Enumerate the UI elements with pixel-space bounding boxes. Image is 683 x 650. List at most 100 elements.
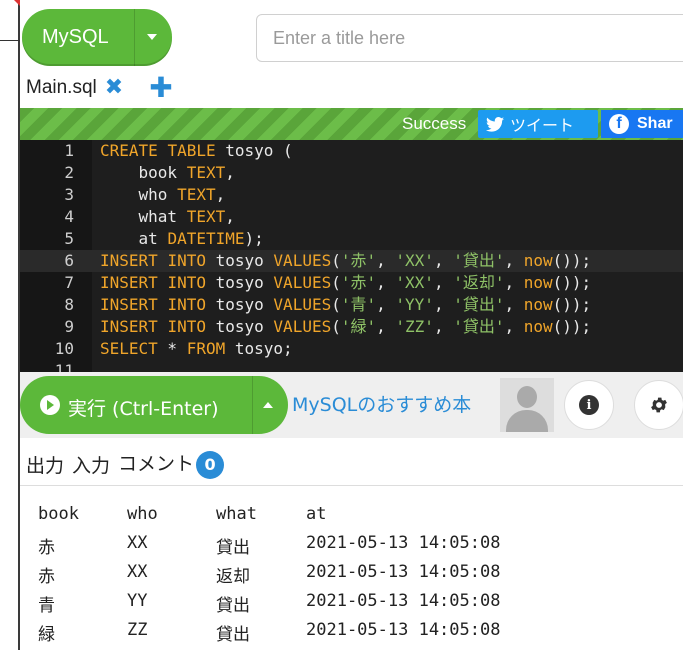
code-line[interactable]: 9 INSERT INTO tosyo VALUES('緑', 'ZZ', '貸出…	[20, 316, 683, 338]
line-number: 2	[64, 163, 74, 182]
run-bar: 実行 (Ctrl-Enter) MySQLのおすすめ本 i	[20, 372, 683, 438]
file-tab[interactable]: Main.sql ✖ ✚	[26, 74, 173, 102]
line-number: 10	[54, 339, 74, 358]
tab-output[interactable]: 出力	[26, 451, 64, 478]
comment-count-badge: 0	[196, 451, 225, 479]
code-editor[interactable]: 1 CREATE TABLE tosyo (2 book TEXT, 3 who T…	[20, 140, 683, 372]
settings-button[interactable]	[634, 380, 683, 430]
paiza-app: MySQL Main.sql ✖ ✚ Success ツイート f Shar 1…	[20, 0, 683, 650]
tab-input[interactable]: 入力	[72, 451, 110, 478]
run-button-divider	[252, 376, 253, 434]
avatar-body	[506, 410, 548, 432]
code-text: INSERT INTO tosyo VALUES('赤', 'XX', '返却'…	[100, 273, 592, 292]
run-label: 実行 (Ctrl-Enter)	[68, 398, 219, 420]
code-line[interactable]: 8 INSERT INTO tosyo VALUES('青', 'YY', '貸出…	[20, 294, 683, 316]
facebook-share-button[interactable]: f Shar	[601, 110, 683, 138]
code-line[interactable]: 2 book TEXT,	[20, 162, 683, 184]
gear-icon	[651, 397, 667, 413]
code-line[interactable]: 3 who TEXT,	[20, 184, 683, 206]
table-row: 緑 ZZ 貸出 2021-05-13 14:05:08	[20, 616, 683, 645]
line-number: 6	[64, 251, 74, 270]
code-text: INSERT INTO tosyo VALUES('青', 'YY', '貸出'…	[100, 295, 592, 314]
table-cell: 赤	[38, 538, 55, 558]
line-number: 5	[64, 229, 74, 248]
language-label: MySQL	[42, 26, 109, 48]
table-cell: 貸出	[216, 596, 250, 616]
table-cell: XX	[127, 562, 148, 582]
close-icon[interactable]: ✖	[105, 77, 123, 99]
code-text: CREATE TABLE tosyo (	[100, 141, 293, 160]
recommended-book-link[interactable]: MySQLのおすすめ本	[292, 390, 471, 417]
code-line[interactable]: 7 INSERT INTO tosyo VALUES('赤', 'XX', '返却…	[20, 272, 683, 294]
facebook-icon: f	[609, 114, 629, 134]
top-left-line	[0, 40, 22, 41]
user-avatar[interactable]	[500, 378, 554, 432]
table-cell: XX	[127, 533, 148, 553]
table-cell: ZZ	[127, 620, 148, 640]
table-row: 赤 XX 返却 2021-05-13 14:05:08	[20, 558, 683, 587]
left-edge	[0, 0, 20, 650]
table-cell: 貸出	[216, 538, 250, 558]
table-cell: 2021-05-13 14:05:08	[306, 533, 501, 553]
language-select-button[interactable]: MySQL	[22, 9, 172, 66]
avatar-head	[517, 386, 537, 408]
info-icon: i	[579, 395, 599, 415]
play-icon	[40, 395, 60, 415]
table-cell: 赤	[38, 567, 55, 587]
twitter-icon	[486, 116, 504, 132]
results-table: book who what at 赤 XX 貸出 2021-05-13 14:05:08 赤 XX…	[20, 500, 683, 645]
table-cell: 緑	[38, 625, 55, 645]
code-line[interactable]: 4 what TEXT,	[20, 206, 683, 228]
code-line[interactable]: 6 INSERT INTO tosyo VALUES('赤', 'XX', '貸出…	[20, 250, 683, 272]
tweet-label: ツイート	[510, 116, 575, 135]
table-cell: 返却	[216, 567, 250, 587]
line-number: 7	[64, 273, 74, 292]
line-number: 9	[64, 317, 74, 336]
status-text: Success	[402, 114, 467, 133]
code-text: what TEXT,	[138, 207, 235, 226]
language-button-divider	[134, 9, 135, 66]
column-header: book	[38, 504, 79, 524]
code-text: book TEXT,	[138, 163, 235, 182]
results-header-row: book who what at	[20, 500, 683, 529]
table-cell: YY	[127, 591, 148, 611]
output-tabs: 出力 入力 コメント 0	[20, 444, 232, 484]
status-bar: Success ツイート f Shar	[20, 108, 683, 140]
line-number: 11	[54, 361, 74, 372]
code-text: at DATETIME);	[138, 229, 264, 248]
table-cell: 2021-05-13 14:05:08	[306, 562, 501, 582]
table-row: 赤 XX 貸出 2021-05-13 14:05:08	[20, 529, 683, 558]
table-cell: 2021-05-13 14:05:08	[306, 591, 501, 611]
code-text: who TEXT,	[138, 185, 226, 204]
line-number: 8	[64, 295, 74, 314]
code-line[interactable]: 1 CREATE TABLE tosyo (	[20, 140, 683, 162]
add-file-icon[interactable]: ✚	[149, 74, 172, 102]
title-input[interactable]	[256, 14, 683, 62]
tab-comment[interactable]: コメント 0	[118, 449, 225, 479]
info-button[interactable]: i	[564, 380, 614, 430]
code-line[interactable]: 10 SELECT * FROM tosyo;	[20, 338, 683, 360]
file-tab-name[interactable]: Main.sql	[26, 77, 97, 99]
chevron-down-icon[interactable]	[147, 34, 157, 40]
run-button[interactable]: 実行 (Ctrl-Enter)	[20, 376, 288, 434]
code-line[interactable]: 5 at DATETIME);	[20, 228, 683, 250]
column-header: what	[216, 504, 257, 524]
code-text: SELECT * FROM tosyo;	[100, 339, 293, 358]
table-cell: 貸出	[216, 625, 250, 645]
output-divider	[20, 485, 683, 486]
table-row: 青 YY 貸出 2021-05-13 14:05:08	[20, 587, 683, 616]
column-header: who	[127, 504, 158, 524]
code-line[interactable]: 11	[20, 360, 683, 372]
chevron-up-icon[interactable]	[263, 402, 273, 408]
code-text: INSERT INTO tosyo VALUES('緑', 'ZZ', '貸出'…	[100, 317, 592, 336]
column-header: at	[306, 504, 327, 524]
line-number: 4	[64, 207, 74, 226]
share-label: Shar	[637, 115, 673, 132]
code-text: INSERT INTO tosyo VALUES('赤', 'XX', '貸出'…	[100, 251, 592, 270]
table-cell: 青	[38, 596, 55, 616]
tweet-button[interactable]: ツイート	[478, 110, 598, 138]
table-cell: 2021-05-13 14:05:08	[306, 620, 501, 640]
tab-comment-label: コメント	[118, 453, 195, 475]
line-number: 3	[64, 185, 74, 204]
line-number: 1	[64, 141, 74, 160]
